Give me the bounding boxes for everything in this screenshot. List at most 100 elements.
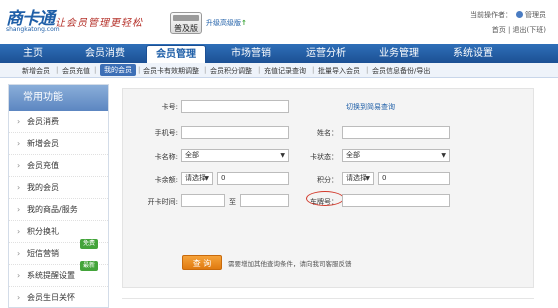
open-time-end-input[interactable]: [240, 194, 289, 207]
divider: [122, 298, 534, 308]
card-name-label: 卡名称:: [154, 153, 178, 161]
points-label: 积分：: [317, 176, 338, 184]
sidebar: 常用功能 › 会员消费 › 新增会员 › 会员充值 › 我的会员 › 我的商品/服务 › 积…: [8, 84, 109, 308]
upgrade-link[interactable]: 升级高级版↑: [206, 18, 247, 28]
dropdown-caret-icon: ▼: [204, 175, 209, 182]
sidebar-item-recharge[interactable]: › 会员充值: [9, 155, 108, 177]
nav-business[interactable]: 业务管理: [362, 44, 436, 63]
points-operator-value: 请选择: [346, 174, 367, 182]
chevron-right-icon: ›: [17, 227, 21, 236]
card-no-label: 卡号:: [161, 103, 178, 111]
points-input[interactable]: 0: [378, 172, 450, 185]
subnav-separator: |: [56, 66, 59, 74]
nav-settings[interactable]: 系统设置: [436, 44, 510, 63]
nav-marketing[interactable]: 市场营销: [214, 44, 288, 63]
balance-value: 0: [221, 174, 226, 182]
subnav-my-members[interactable]: 我的会员: [100, 64, 136, 76]
card-name-select[interactable]: 全部 ▼: [181, 149, 289, 162]
user-area: 当前操作者： 管理员 首页 | 退出(下班): [470, 10, 546, 35]
subnav-backup-export[interactable]: 会员信息备份/导出: [372, 66, 430, 76]
range-to-label: 至: [229, 198, 236, 206]
app-header: 商卡通 shangkatong.com 让会员管理更轻松 普及版 升级高级版↑ …: [0, 0, 558, 44]
nav-home[interactable]: 主页: [0, 44, 66, 63]
operator-name: 管理员: [525, 11, 546, 19]
edition-label: 普及版: [174, 24, 198, 33]
subnav-separator: |: [366, 66, 369, 74]
sidebar-item-goods[interactable]: › 我的商品/服务: [9, 199, 108, 221]
subnav-recharge-records[interactable]: 充值记录查询: [264, 66, 306, 76]
chevron-right-icon: ›: [17, 205, 21, 214]
phone-label: 手机号:: [154, 129, 178, 137]
points-operator-select[interactable]: 请选择 ▼: [342, 172, 374, 185]
sidebar-title: 常用功能: [9, 85, 108, 111]
card-status-value: 全部: [346, 151, 360, 159]
subnav-separator: |: [138, 66, 141, 74]
logo-domain: shangkatong.com: [6, 26, 60, 33]
open-time-label: 开卡时间:: [147, 198, 178, 206]
subnav-separator: |: [204, 66, 207, 74]
main-nav: 主页 会员消费 会员管理 市场营销 运营分析 业务管理 系统设置: [0, 44, 558, 63]
up-arrow-icon: ↑: [241, 19, 247, 27]
switch-simple-search-link[interactable]: 切换到简易查询: [346, 102, 395, 112]
dropdown-caret-icon: ▼: [441, 152, 446, 159]
subnav-separator: |: [258, 66, 261, 74]
edition-icon: [173, 15, 199, 21]
sidebar-item-label: 我的会员: [27, 183, 59, 192]
chevron-right-icon: ›: [17, 161, 21, 170]
sidebar-item-label: 积分换礼: [27, 227, 59, 236]
sidebar-item-consume[interactable]: › 会员消费: [9, 111, 108, 133]
card-status-select[interactable]: 全部 ▼: [342, 149, 450, 162]
balance-input[interactable]: 0: [217, 172, 289, 185]
subnav-points-adjust[interactable]: 会员积分调整: [210, 66, 252, 76]
balance-label: 卡余额:: [154, 176, 178, 184]
plate-input[interactable]: [342, 194, 450, 207]
operator-prefix: 当前操作者：: [470, 11, 512, 19]
sub-nav: 新增会员 | 会员充值 | 我的会员 | 会员卡有效期调整 | 会员积分调整 |…: [0, 63, 558, 78]
nav-member-manage[interactable]: 会员管理: [146, 45, 206, 63]
chevron-right-icon: ›: [17, 249, 21, 258]
brand-logo[interactable]: 商卡通 shangkatong.com: [6, 4, 60, 40]
sidebar-item-label: 会员生日关怀: [27, 293, 75, 302]
upgrade-label: 升级高级版: [206, 19, 241, 27]
card-name-value: 全部: [185, 151, 199, 159]
sidebar-item-add-member[interactable]: › 新增会员: [9, 133, 108, 155]
subnav-batch-import[interactable]: 批量导入会员: [318, 66, 360, 76]
sidebar-item-label: 我的商品/服务: [27, 205, 78, 214]
subnav-separator: |: [312, 66, 315, 74]
name-input[interactable]: [342, 126, 450, 139]
chevron-right-icon: ›: [17, 183, 21, 192]
dropdown-caret-icon: ▼: [365, 175, 370, 182]
phone-input[interactable]: [181, 126, 289, 139]
logout-link[interactable]: 退出(下班): [513, 26, 546, 34]
sidebar-item-reminders[interactable]: › 系统提醒设置 最新: [9, 261, 108, 287]
card-status-label: 卡状态：: [310, 153, 338, 161]
query-hint: 需要增加其他查询条件，请向我司客服反馈: [228, 260, 352, 268]
sidebar-item-label: 会员消费: [27, 117, 59, 126]
open-time-start-input[interactable]: [181, 194, 225, 207]
sidebar-item-birthday[interactable]: › 会员生日关怀: [9, 287, 108, 308]
highlight-ring: [306, 191, 344, 206]
sidebar-item-label: 新增会员: [27, 139, 59, 148]
home-link[interactable]: 首页: [492, 26, 506, 34]
chevron-right-icon: ›: [17, 271, 21, 280]
edition-badge: 普及版: [170, 12, 202, 34]
subnav-validity-adjust[interactable]: 会员卡有效期调整: [143, 66, 199, 76]
new-badge: 最新: [79, 261, 98, 271]
points-value: 0: [382, 174, 387, 182]
sidebar-item-label: 短信营销: [27, 249, 59, 258]
sidebar-item-my-members[interactable]: › 我的会员: [9, 177, 108, 199]
chevron-right-icon: ›: [17, 117, 21, 126]
card-no-input[interactable]: [181, 100, 289, 113]
subnav-separator: |: [94, 66, 97, 74]
nav-member-consume[interactable]: 会员消费: [70, 44, 140, 63]
balance-operator-value: 请选择: [185, 174, 206, 182]
subnav-add-member[interactable]: 新增会员: [22, 66, 50, 76]
subnav-recharge[interactable]: 会员充值: [62, 66, 90, 76]
free-badge: 免费: [79, 239, 98, 249]
nav-analytics[interactable]: 运营分析: [290, 44, 362, 63]
query-button[interactable]: 查 询: [182, 255, 222, 270]
balance-operator-select[interactable]: 请选择 ▼: [181, 172, 213, 185]
user-icon: [516, 11, 523, 18]
sidebar-item-label: 会员充值: [27, 161, 59, 170]
slogan: 让会员管理更轻松: [55, 18, 143, 29]
